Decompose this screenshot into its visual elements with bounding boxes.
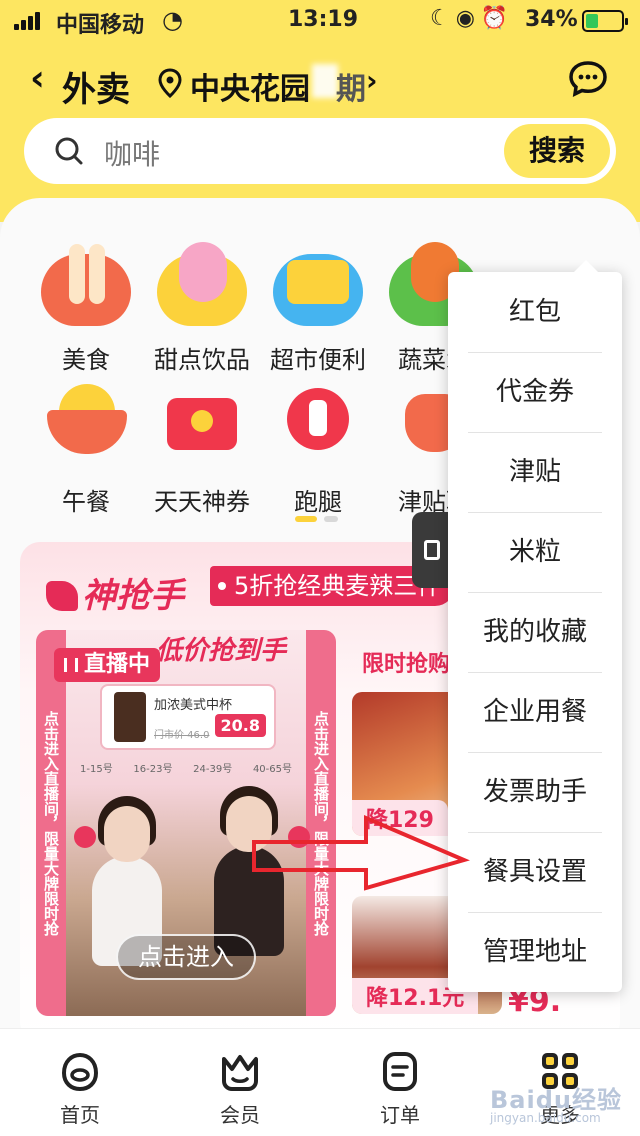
category-label: 美食: [62, 346, 110, 374]
annotation-arrow-icon: [252, 814, 470, 891]
host-tag-icon: [74, 826, 96, 848]
tab-home[interactable]: 首页: [20, 1029, 140, 1136]
category-food[interactable]: 美食: [28, 242, 144, 375]
enter-live-button[interactable]: 点击进入: [116, 934, 256, 980]
dessert-icon: [157, 242, 247, 332]
category-lunch[interactable]: 午餐: [28, 384, 144, 517]
location-label[interactable]: 中央花园: [190, 64, 310, 108]
chat-bubble-icon[interactable]: [568, 60, 608, 98]
wifi-icon: ◔: [162, 6, 183, 34]
search-icon: [55, 137, 83, 165]
tab-member[interactable]: 会员: [180, 1029, 300, 1136]
menu-item-favorites[interactable]: 我的收藏: [448, 592, 622, 672]
battery-icon: [582, 10, 628, 32]
category-errand[interactable]: 跑腿: [260, 384, 376, 517]
search-button[interactable]: 搜索: [504, 124, 610, 178]
status-icons: ☾◉⏰: [430, 6, 515, 31]
coupon-icon: [157, 384, 247, 474]
page-indicator-active: [295, 516, 317, 522]
tier-labels: 1-15号 16-23号 24-39号 40-65号: [80, 764, 292, 775]
home-icon: [61, 1052, 99, 1092]
menu-item-red-packet[interactable]: 红包: [448, 272, 622, 352]
crown-icon: [222, 1055, 258, 1091]
tab-orders[interactable]: 订单: [340, 1029, 460, 1136]
battery-percent: 34%: [525, 7, 578, 32]
basket-icon: [273, 242, 363, 332]
header: ‹ 外卖 中央花园 期 › 咖啡 搜索: [0, 42, 640, 222]
menu-item-invoice[interactable]: 发票助手: [448, 752, 622, 832]
category-label: 甜点饮品: [154, 346, 250, 374]
live-bars-icon: [64, 658, 78, 672]
status-bar: 中国移动 ◔ 13:19 ☾◉⏰ 34%: [0, 0, 640, 42]
menu-item-voucher[interactable]: 代金券: [448, 352, 622, 432]
limited-sale-title[interactable]: 限时抢购: [362, 646, 450, 678]
floating-side-tab[interactable]: [412, 512, 448, 588]
tab-label: 订单: [380, 1103, 420, 1127]
live-side-text: 点击进入直播间，限量大牌限时抢: [36, 630, 66, 1016]
carrier-label: 中国移动: [56, 13, 145, 38]
search-input[interactable]: 咖啡: [104, 133, 160, 173]
live-banner: 低价抢到手: [156, 636, 287, 666]
category-dessert[interactable]: 甜点饮品: [144, 242, 260, 375]
menu-item-points[interactable]: 米粒: [448, 512, 622, 592]
tab-label: 会员: [220, 1103, 260, 1127]
menu-item-tableware[interactable]: 餐具设置: [448, 832, 622, 912]
coupon-title: 加浓美式中杯: [154, 698, 233, 713]
category-label: 天天神券: [154, 488, 250, 516]
orders-icon: [383, 1052, 417, 1091]
category-label: 跑腿: [294, 488, 342, 516]
page-title: 外卖: [62, 70, 130, 110]
signal-icon: [14, 12, 40, 30]
coffee-cup-icon: [114, 692, 146, 742]
location-tail: 期: [336, 72, 366, 107]
page-indicator: [324, 516, 338, 522]
flash-sale-logo: 神抢手: [46, 568, 184, 617]
tab-label: 首页: [60, 1103, 100, 1127]
runner-icon: [273, 384, 363, 474]
food-icon: [41, 242, 131, 332]
watermark: Baidu经验 jingyan.baidu.com: [490, 1086, 622, 1125]
coupon-original-price: 门市价 46.0: [154, 730, 210, 741]
box-icon: [424, 540, 440, 560]
clock: 13:19: [288, 7, 359, 32]
menu-item-address[interactable]: 管理地址: [448, 912, 622, 992]
back-button[interactable]: ‹: [30, 58, 45, 99]
coffee-coupon: 加浓美式中杯 门市价 46.0 20.8: [100, 684, 276, 750]
map-pin-icon[interactable]: [158, 68, 182, 98]
redacted-blur: [312, 64, 338, 98]
chevron-right-icon[interactable]: ›: [366, 64, 378, 97]
category-label: 午餐: [62, 488, 110, 516]
search-bar[interactable]: 咖啡 搜索: [24, 118, 616, 184]
category-label: 超市便利: [270, 346, 366, 374]
more-menu-popover: 红包 代金券 津贴 米粒 我的收藏 企业用餐 发票助手 餐具设置 管理地址: [448, 260, 622, 992]
coupon-price: 20.8: [214, 714, 266, 737]
rice-bowl-icon: [41, 384, 131, 474]
live-badge: 直播中: [54, 648, 161, 682]
flash-mark-icon: [46, 581, 78, 611]
category-supermarket[interactable]: 超市便利: [260, 242, 376, 375]
menu-item-subsidy[interactable]: 津贴: [448, 432, 622, 512]
menu-item-enterprise[interactable]: 企业用餐: [448, 672, 622, 752]
category-coupon[interactable]: 天天神券: [144, 384, 260, 517]
